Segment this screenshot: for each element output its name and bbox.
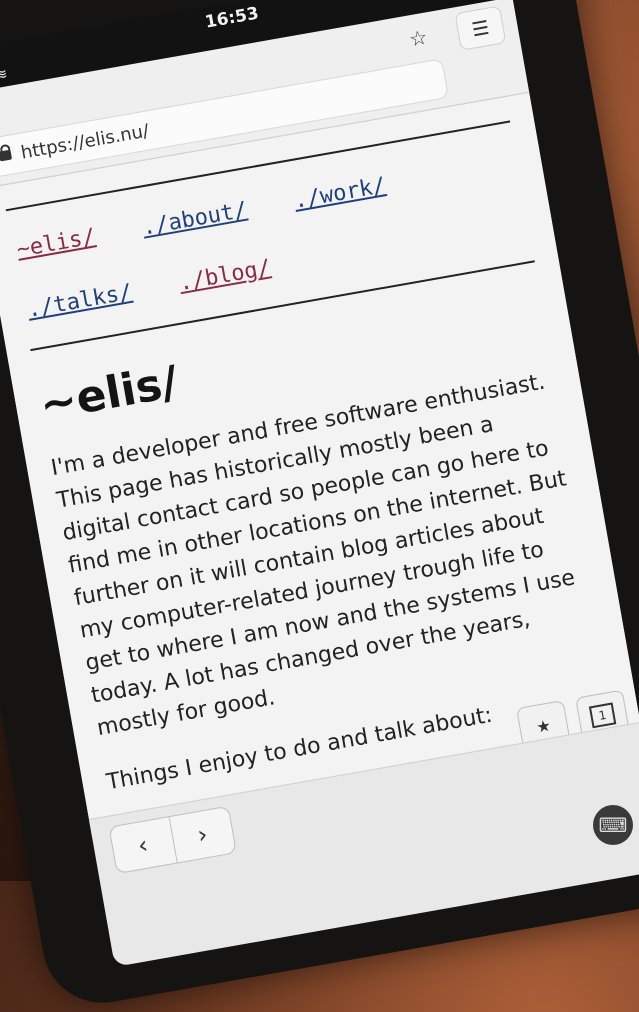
nav-link-about[interactable]: ./about/ <box>140 198 249 241</box>
back-button[interactable]: ‹ <box>109 817 178 873</box>
page-content: ~elis/ ./about/ ./work/ ./talks/ ./blog/… <box>0 92 639 838</box>
menu-icon-line <box>472 20 487 25</box>
nav-link-work[interactable]: ./work/ <box>292 173 388 214</box>
forward-button[interactable]: › <box>169 807 236 863</box>
lock-icon <box>0 149 13 162</box>
menu-icon-line <box>473 25 488 31</box>
nav-link-blog[interactable]: ./blog/ <box>177 255 273 296</box>
bookmark-star-icon: ★ <box>534 715 553 737</box>
menu-icon-line <box>474 31 489 37</box>
keyboard-icon[interactable]: ⌨ <box>593 805 633 845</box>
url-text: https://elis.nu/ <box>19 119 151 164</box>
phone-body: 16:53 ? ≋ ☆ https://elis.nu/ ~elis/ ./ab <box>0 0 639 1012</box>
tab-count: 1 <box>588 702 617 729</box>
nav-link-talks[interactable]: ./talks/ <box>25 280 134 323</box>
wifi-icon: ≋ <box>0 66 9 84</box>
phone-screen: 16:53 ? ≋ ☆ https://elis.nu/ ~elis/ ./ab <box>0 0 639 967</box>
bookmark-star-icon[interactable]: ☆ <box>395 17 441 59</box>
history-nav: ‹ › <box>108 805 237 875</box>
browser-menu-button[interactable] <box>454 5 507 51</box>
status-icons: ? ≋ <box>0 66 9 87</box>
intro-paragraph: I'm a developer and free software enthus… <box>49 369 577 742</box>
nav-link-home[interactable]: ~elis/ <box>15 224 98 262</box>
